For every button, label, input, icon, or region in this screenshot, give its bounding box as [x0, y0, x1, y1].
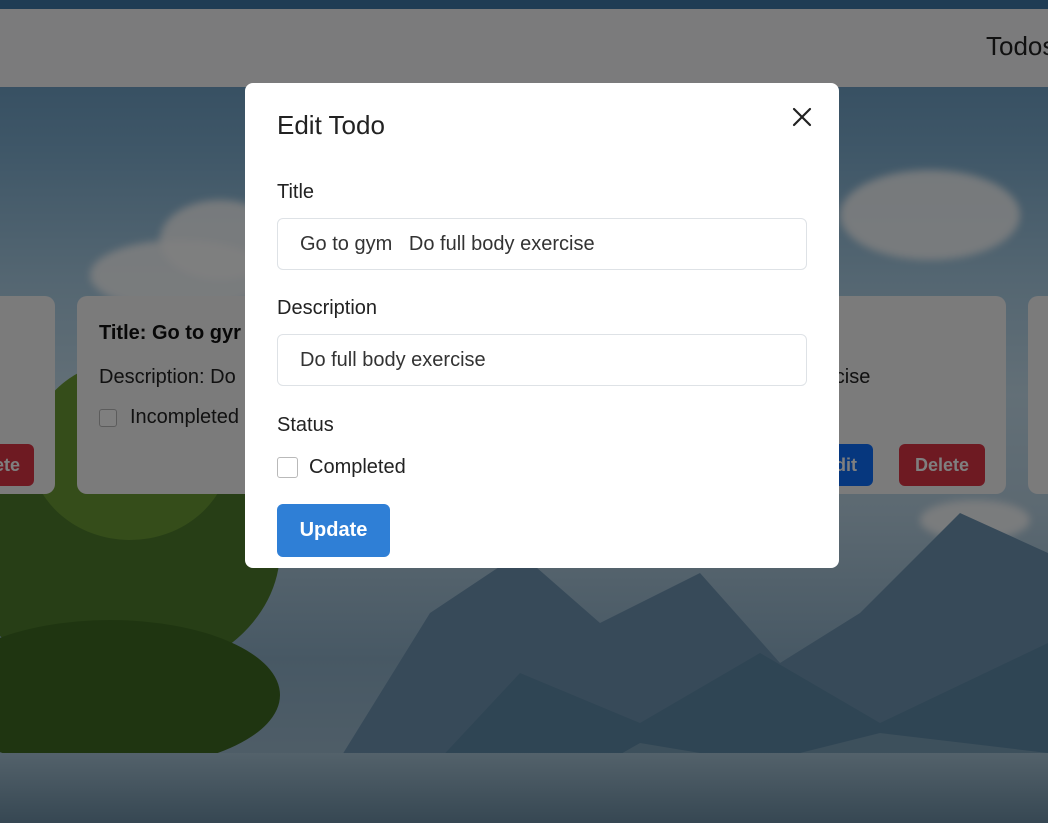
title-input[interactable] [277, 218, 807, 270]
modal-title: Edit Todo [277, 110, 385, 140]
completed-label: Completed [309, 456, 406, 478]
status-label: Status [277, 414, 334, 436]
completed-checkbox[interactable] [277, 457, 298, 478]
close-icon[interactable] [788, 103, 816, 131]
completed-row: Completed [277, 456, 406, 479]
title-label: Title [277, 181, 315, 203]
description-label: Description [277, 297, 378, 319]
description-input[interactable] [277, 334, 807, 386]
update-button[interactable]: Update [277, 504, 390, 557]
edit-todo-modal: Edit Todo Title Description Status Compl… [245, 83, 839, 568]
